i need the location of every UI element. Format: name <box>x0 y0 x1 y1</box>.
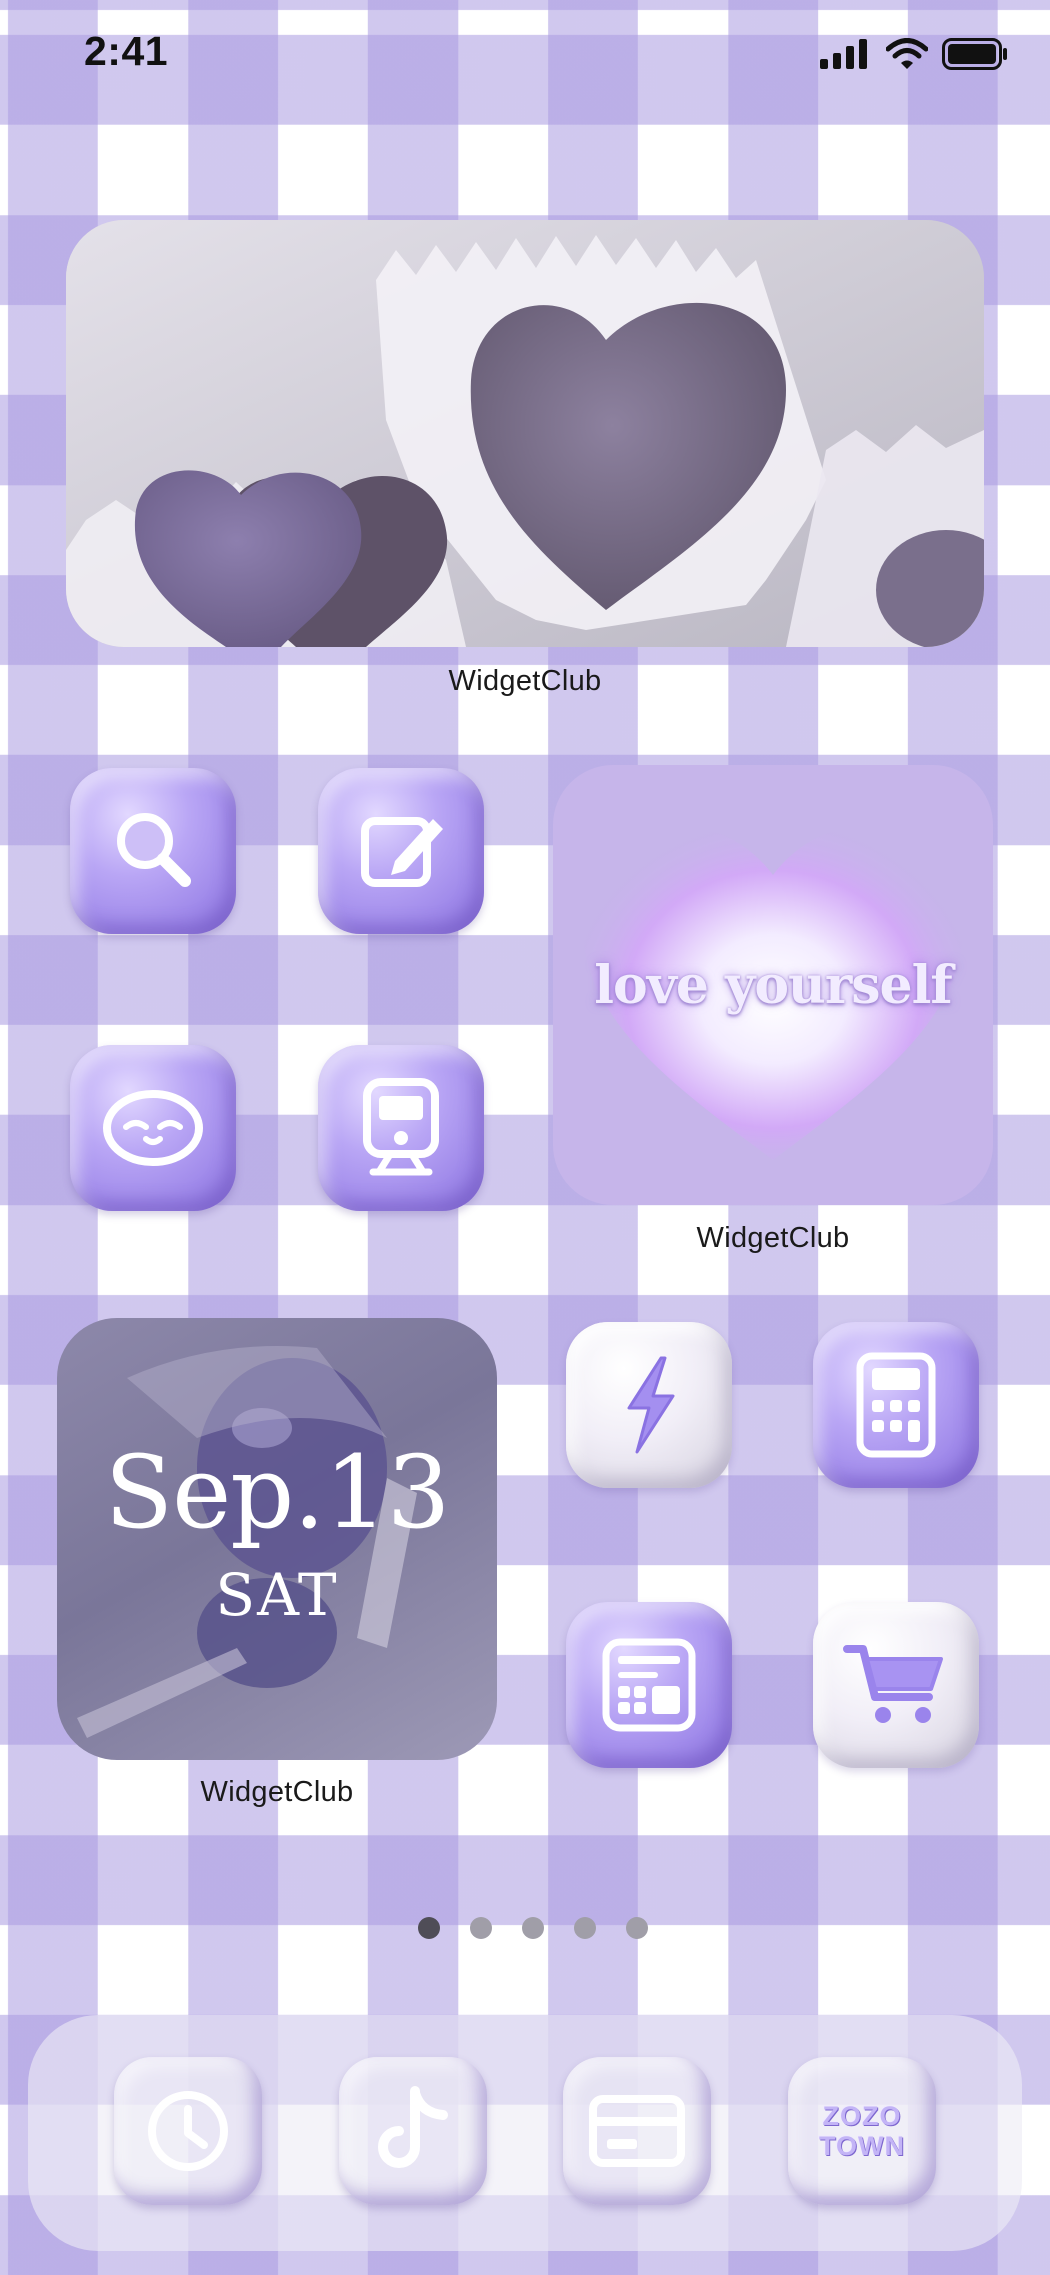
date-widget-label: WidgetClub <box>200 1776 354 1808</box>
tiktok-icon <box>378 2086 448 2168</box>
zozotown-icon: ZOZO TOWN <box>819 2101 905 2161</box>
cellular-signal-icon <box>820 39 867 69</box>
calculator-icon <box>856 1352 936 1458</box>
search-app[interactable] <box>70 768 236 934</box>
notes-app[interactable] <box>318 768 484 934</box>
heart-macaron-photo <box>66 220 984 647</box>
lightning-icon <box>627 1356 675 1454</box>
calculator-app[interactable] <box>813 1322 979 1488</box>
wallet-card-icon <box>589 2095 685 2167</box>
date-widget[interactable]: Sep.13 SAT <box>57 1318 497 1760</box>
shopping-app[interactable] <box>813 1602 979 1768</box>
zozotown-logo-line1: ZOZO <box>822 2101 902 2131</box>
zozotown-app[interactable]: ZOZO TOWN <box>788 2057 936 2205</box>
love-yourself-text: love yourself <box>594 955 952 1016</box>
edit-note-icon <box>361 817 443 887</box>
wifi-icon <box>886 38 928 69</box>
train-icon <box>363 1078 439 1176</box>
love-widget-label: WidgetClub <box>696 1222 850 1254</box>
character-app[interactable] <box>70 1045 236 1211</box>
search-icon <box>117 813 191 887</box>
battery-icon <box>942 38 1007 70</box>
status-time: 2:41 <box>84 28 169 74</box>
zozotown-logo-line2: TOWN <box>819 2131 905 2161</box>
page-dot-4[interactable] <box>574 1917 596 1939</box>
page-dot-1[interactable] <box>418 1917 440 1939</box>
page-dot-2[interactable] <box>470 1917 492 1939</box>
love-yourself-widget[interactable]: love yourself <box>553 765 993 1205</box>
weekday-text: SAT <box>215 1561 339 1629</box>
page-dot-3[interactable] <box>522 1917 544 1939</box>
train-app[interactable] <box>318 1045 484 1211</box>
lightning-app[interactable] <box>566 1322 732 1488</box>
photo-widget-label: WidgetClub <box>448 665 602 697</box>
status-bar: 2:41 <box>0 0 1050 110</box>
shopping-cart-icon <box>843 1645 943 1723</box>
status-icons <box>820 38 1008 70</box>
photo-widget[interactable] <box>66 220 984 647</box>
character-face-icon <box>103 1090 203 1166</box>
tiktok-app[interactable] <box>339 2057 487 2205</box>
clock-app[interactable] <box>114 2057 262 2205</box>
wallet-app[interactable] <box>563 2057 711 2205</box>
layout-icon <box>602 1638 696 1732</box>
layout-app[interactable] <box>566 1602 732 1768</box>
page-dot-5[interactable] <box>626 1917 648 1939</box>
clock-icon <box>148 2091 228 2171</box>
date-text: Sep.13 <box>104 1434 451 1551</box>
page-indicator[interactable] <box>8 1917 1050 1939</box>
